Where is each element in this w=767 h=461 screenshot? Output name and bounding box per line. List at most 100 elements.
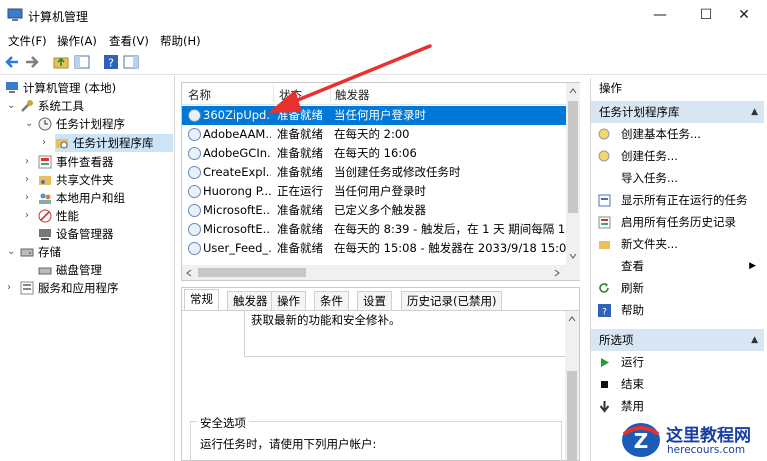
- task-status: 正在运行: [277, 184, 323, 198]
- action-disable[interactable]: 禁用: [591, 395, 764, 417]
- action-enable-history[interactable]: 启用所有任务历史记录: [591, 211, 764, 233]
- tab-settings[interactable]: 设置: [357, 291, 392, 311]
- history-icon: [598, 216, 611, 229]
- task-name: User_Feed_...: [203, 241, 271, 255]
- action-end[interactable]: 结束: [591, 373, 764, 395]
- svg-text:Z: Z: [634, 429, 649, 453]
- action-import-task[interactable]: 导入任务...: [591, 167, 764, 189]
- table-row[interactable]: AdobeAAM... 准备就绪 在每天的 2:00: [182, 125, 566, 144]
- storage-icon: [20, 248, 34, 257]
- action-help[interactable]: ? 帮助: [591, 299, 764, 321]
- users-icon: [39, 193, 51, 204]
- task-status: 准备就绪: [277, 146, 323, 160]
- help-icon[interactable]: ?: [103, 54, 119, 70]
- vertical-scrollbar[interactable]: [566, 83, 580, 265]
- scrollbar-thumb[interactable]: [198, 268, 306, 277]
- chevron-right-icon[interactable]: ›: [7, 279, 17, 297]
- up-folder-icon[interactable]: [53, 54, 69, 70]
- task-name: AdobeAAM...: [203, 127, 271, 141]
- scroll-up-icon[interactable]: [569, 88, 577, 94]
- minimize-button[interactable]: —: [637, 0, 683, 30]
- tools-icon: [21, 100, 33, 112]
- tab-history[interactable]: 历史记录(已禁用): [401, 291, 503, 311]
- table-row[interactable]: AdobeGCIn... 准备就绪 在每天的 16:06: [182, 144, 566, 163]
- menu-help[interactable]: 帮助(H): [160, 33, 201, 49]
- task-trigger: 在每天的 15:08 - 触发器在 2033/9/18 15:08:5: [334, 241, 566, 255]
- chevron-right-icon[interactable]: ›: [25, 153, 35, 171]
- chevron-right-icon[interactable]: ›: [25, 171, 35, 189]
- forward-arrow-icon[interactable]: [24, 54, 40, 70]
- table-row[interactable]: CreateExpl... 准备就绪 当创建任务或修改任务时: [182, 163, 566, 182]
- detail-vertical-scrollbar[interactable]: [565, 311, 579, 461]
- actions-pane: 操作 任务计划程序库 ▲ 创建基本任务... 创建任务... 导入任务... 显…: [590, 78, 767, 461]
- task-trigger: 在每天的 2:00: [334, 127, 410, 141]
- actions-group-selected-item[interactable]: 所选项 ▲: [591, 329, 764, 351]
- back-arrow-icon[interactable]: [4, 54, 20, 70]
- submenu-arrow-icon: ▶: [749, 261, 756, 271]
- collapse-up-icon[interactable]: ▲: [751, 101, 758, 123]
- task-icon: [188, 223, 201, 236]
- horizontal-scrollbar[interactable]: [182, 265, 566, 280]
- task-icon: [188, 128, 201, 141]
- watermark-logo-icon: Z: [622, 423, 660, 457]
- tree-item-label: 任务计划程序: [56, 117, 125, 131]
- scroll-down-icon[interactable]: [569, 253, 577, 259]
- task-name: AdobeGCIn...: [203, 146, 271, 160]
- menu-view[interactable]: 查看(V): [109, 33, 149, 49]
- actions-group-task-library[interactable]: 任务计划程序库 ▲: [591, 101, 764, 123]
- tab-triggers[interactable]: 触发器: [227, 291, 274, 311]
- action-refresh[interactable]: 刷新: [591, 277, 764, 299]
- scroll-left-icon[interactable]: [186, 269, 192, 277]
- description-field[interactable]: 获取最新的功能和安全修补。: [244, 311, 566, 357]
- task-icon: [188, 204, 201, 217]
- group-label: 任务计划程序库: [599, 105, 680, 119]
- menu-action[interactable]: 操作(A): [57, 33, 97, 49]
- group-label: 所选项: [599, 333, 634, 347]
- tree-item-label: 存储: [38, 245, 61, 259]
- chevron-down-icon[interactable]: ⌄: [7, 243, 17, 261]
- action-run[interactable]: 运行: [591, 351, 764, 373]
- close-button[interactable]: ✕: [721, 0, 767, 30]
- action-create-basic-task[interactable]: 创建基本任务...: [591, 123, 764, 145]
- task-icon: [188, 147, 201, 160]
- scroll-right-icon[interactable]: [554, 269, 560, 277]
- chevron-down-icon[interactable]: ⌄: [7, 97, 17, 115]
- scrollbar-thumb[interactable]: [567, 371, 577, 461]
- computer-management-window: 计算机管理 — ☐ ✕ 文件(F) 操作(A) 查看(V) 帮助(H) ? 计算…: [0, 0, 767, 461]
- chevron-right-icon[interactable]: ›: [42, 134, 52, 152]
- tree-item-label: 系统工具: [38, 99, 84, 113]
- task-status: 准备就绪: [277, 165, 323, 179]
- tab-conditions[interactable]: 条件: [314, 291, 349, 311]
- task-status: 准备就绪: [277, 203, 323, 217]
- disable-arrow-icon: [599, 401, 610, 413]
- table-row[interactable]: User_Feed_... 准备就绪 在每天的 15:08 - 触发器在 203…: [182, 239, 566, 258]
- table-row[interactable]: MicrosoftE... 准备就绪 已定义多个触发器: [182, 201, 566, 220]
- actions-header: 操作: [599, 81, 622, 95]
- run-icon: [601, 358, 609, 367]
- chevron-right-icon[interactable]: ›: [25, 207, 35, 225]
- show-hide-action-pane-icon[interactable]: [123, 54, 139, 70]
- action-new-folder[interactable]: 新文件夹...: [591, 233, 764, 255]
- create-basic-task-icon: [598, 128, 610, 140]
- action-create-task[interactable]: 创建任务...: [591, 145, 764, 167]
- chevron-down-icon[interactable]: ⌄: [25, 115, 35, 133]
- show-hide-tree-icon[interactable]: [74, 54, 90, 70]
- column-header-name[interactable]: 名称: [188, 87, 211, 103]
- task-detail-pane: 常规 触发器 操作 条件 设置 历史记录(已禁用) 获取最新的功能和安全修补。 …: [181, 287, 580, 461]
- tab-actions[interactable]: 操作: [271, 291, 306, 311]
- tree-item-label: 计算机管理 (本地): [23, 81, 117, 95]
- computer-icon: [6, 82, 18, 93]
- action-show-running-tasks[interactable]: 显示所有正在运行的任务: [591, 189, 764, 211]
- tree-item-task-scheduler-library[interactable]: › 任务计划程序库: [42, 134, 173, 152]
- table-row[interactable]: MicrosoftE... 准备就绪 在每天的 8:39 - 触发后，在 1 天…: [182, 220, 566, 239]
- scrollbar-thumb[interactable]: [568, 101, 578, 213]
- scroll-up-icon[interactable]: [568, 316, 576, 322]
- chevron-right-icon[interactable]: ›: [25, 189, 35, 207]
- stop-icon: [601, 381, 608, 388]
- collapse-up-icon[interactable]: ▲: [751, 329, 758, 351]
- scrollbar-corner: [566, 265, 580, 280]
- action-view[interactable]: 查看 ▶: [591, 255, 764, 277]
- tab-general[interactable]: 常规: [184, 289, 219, 311]
- table-row[interactable]: Huorong P... 正在运行 当任何用户登录时: [182, 182, 566, 201]
- menu-file[interactable]: 文件(F): [8, 33, 47, 49]
